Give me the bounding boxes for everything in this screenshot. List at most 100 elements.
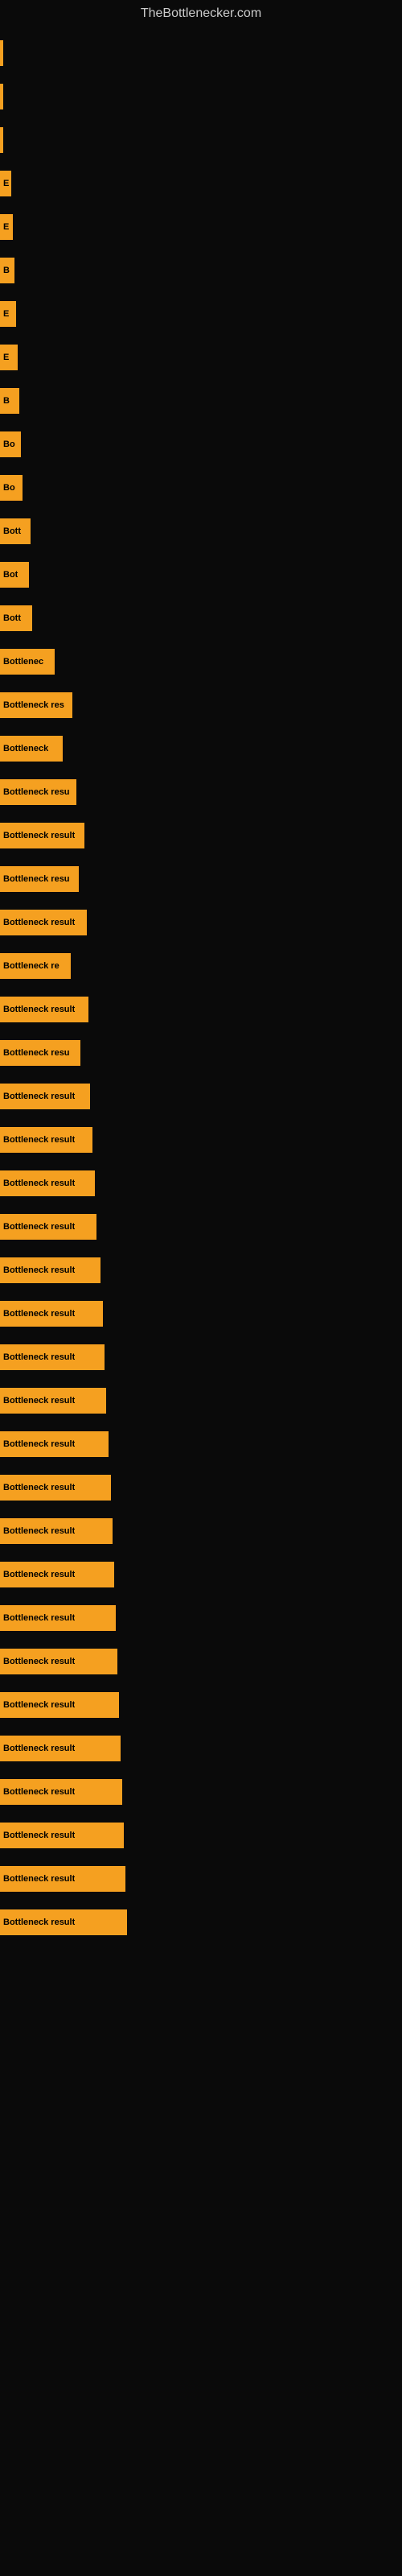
- bar-row: E: [0, 163, 402, 204]
- bar: Bottleneck result: [0, 1301, 103, 1327]
- bar: Bottleneck result: [0, 1475, 111, 1501]
- bar: Bottleneck result: [0, 997, 88, 1022]
- bar-row: E: [0, 293, 402, 335]
- bar-row: Bottleneck result: [0, 1162, 402, 1204]
- bar: Bottlenec: [0, 649, 55, 675]
- bar-row: Bottleneck res: [0, 684, 402, 726]
- bar: Bottleneck result: [0, 1562, 114, 1587]
- bar-label: Bottleneck result: [3, 1222, 75, 1232]
- bar: Bott: [0, 605, 32, 631]
- bar-label: Bottleneck result: [3, 1613, 75, 1623]
- bar: Bottleneck result: [0, 1257, 100, 1283]
- bar: Bottleneck result: [0, 1431, 109, 1457]
- bar-label: Bottleneck result: [3, 831, 75, 840]
- bar-label: Bottleneck result: [3, 1483, 75, 1492]
- bar: Bottleneck result: [0, 1866, 125, 1892]
- bar: Bottleneck result: [0, 1736, 121, 1761]
- bar: Bottleneck result: [0, 1823, 124, 1848]
- bar: E: [0, 171, 11, 196]
- bar-row: Bottleneck result: [0, 1467, 402, 1509]
- bar: Bottleneck result: [0, 1388, 106, 1414]
- bar-row: Bottleneck result: [0, 1684, 402, 1726]
- bar-label: B: [3, 396, 10, 406]
- bar: Bott: [0, 518, 31, 544]
- bar: Bottleneck result: [0, 1084, 90, 1109]
- bar: Bottleneck result: [0, 1649, 117, 1674]
- bar-label: Bottleneck result: [3, 1831, 75, 1840]
- bar-row: [0, 119, 402, 161]
- bar-row: Bottleneck: [0, 728, 402, 770]
- bar: Bottleneck result: [0, 1127, 92, 1153]
- bar-row: [0, 32, 402, 74]
- bar-row: Bott: [0, 510, 402, 552]
- bar: Bottleneck resu: [0, 1040, 80, 1066]
- bar: Bottleneck result: [0, 1344, 105, 1370]
- bar-row: Bottleneck result: [0, 1206, 402, 1248]
- bar: Bottleneck result: [0, 823, 84, 848]
- bar-label: Bottleneck re: [3, 961, 59, 971]
- bar-label: Bottleneck resu: [3, 1048, 70, 1058]
- bar-row: E: [0, 206, 402, 248]
- bar-label: Bottleneck result: [3, 1700, 75, 1710]
- bar-row: Bottleneck result: [0, 815, 402, 857]
- bar: Bottleneck resu: [0, 866, 79, 892]
- bar-row: Bott: [0, 597, 402, 639]
- bar-label: Bottleneck result: [3, 1005, 75, 1014]
- bar-row: Bottleneck resu: [0, 1032, 402, 1074]
- bar: Bottleneck: [0, 736, 63, 762]
- bar-label: Bottleneck result: [3, 1874, 75, 1884]
- bar-row: Bottleneck result: [0, 989, 402, 1030]
- bar-label: Bottleneck: [3, 744, 48, 753]
- bar-row: Bottleneck result: [0, 1728, 402, 1769]
- bar-row: Bottleneck resu: [0, 771, 402, 813]
- bar-label: E: [3, 222, 9, 232]
- bar-label: Bottleneck result: [3, 1526, 75, 1536]
- bar-label: Bott: [3, 526, 21, 536]
- bar: Bo: [0, 475, 23, 501]
- bar-row: Bottleneck result: [0, 1510, 402, 1552]
- bar-label: Bottleneck result: [3, 1396, 75, 1406]
- bar: Bottleneck result: [0, 910, 87, 935]
- bar-row: Bottleneck result: [0, 1597, 402, 1639]
- bar: [0, 40, 3, 66]
- bar-row: B: [0, 380, 402, 422]
- bar: Bottleneck result: [0, 1170, 95, 1196]
- bar: Bottleneck resu: [0, 779, 76, 805]
- bar-row: Bottleneck result: [0, 1554, 402, 1596]
- bar-label: Bottleneck result: [3, 1787, 75, 1797]
- bar-label: Bottleneck result: [3, 1135, 75, 1145]
- bar-label: Bottleneck result: [3, 1570, 75, 1579]
- bar-row: Bottleneck re: [0, 945, 402, 987]
- bar: B: [0, 258, 14, 283]
- bar-label: E: [3, 309, 9, 319]
- bar-row: Bottleneck result: [0, 1336, 402, 1378]
- bar-label: Bottleneck resu: [3, 874, 70, 884]
- bar-row: Bottleneck result: [0, 1249, 402, 1291]
- bar-label: Bott: [3, 613, 21, 623]
- bar-row: Bottleneck result: [0, 1858, 402, 1900]
- bar: E: [0, 214, 13, 240]
- bar-row: Bot: [0, 554, 402, 596]
- bar-label: Bottleneck result: [3, 1439, 75, 1449]
- bar-row: Bottleneck result: [0, 902, 402, 943]
- bar-label: Bottleneck result: [3, 1657, 75, 1666]
- bar-label: Bottleneck result: [3, 1352, 75, 1362]
- bar-label: Bottleneck result: [3, 1265, 75, 1275]
- bar: E: [0, 345, 18, 370]
- bar-label: Bo: [3, 440, 15, 449]
- bar-row: B: [0, 250, 402, 291]
- bar-row: Bottleneck result: [0, 1423, 402, 1465]
- bar-row: Bo: [0, 467, 402, 509]
- bar-row: Bottleneck result: [0, 1119, 402, 1161]
- bar: [0, 84, 3, 109]
- bar-label: Bo: [3, 483, 15, 493]
- bar: Bot: [0, 562, 29, 588]
- bar: Bottleneck re: [0, 953, 71, 979]
- bar-row: Bottleneck result: [0, 1641, 402, 1682]
- bar: Bottleneck result: [0, 1605, 116, 1631]
- bar: Bottleneck result: [0, 1692, 119, 1718]
- bar-label: B: [3, 266, 10, 275]
- bar-label: Bottleneck resu: [3, 787, 70, 797]
- bar-row: Bottleneck result: [0, 1901, 402, 1943]
- bar-label: Bottleneck res: [3, 700, 64, 710]
